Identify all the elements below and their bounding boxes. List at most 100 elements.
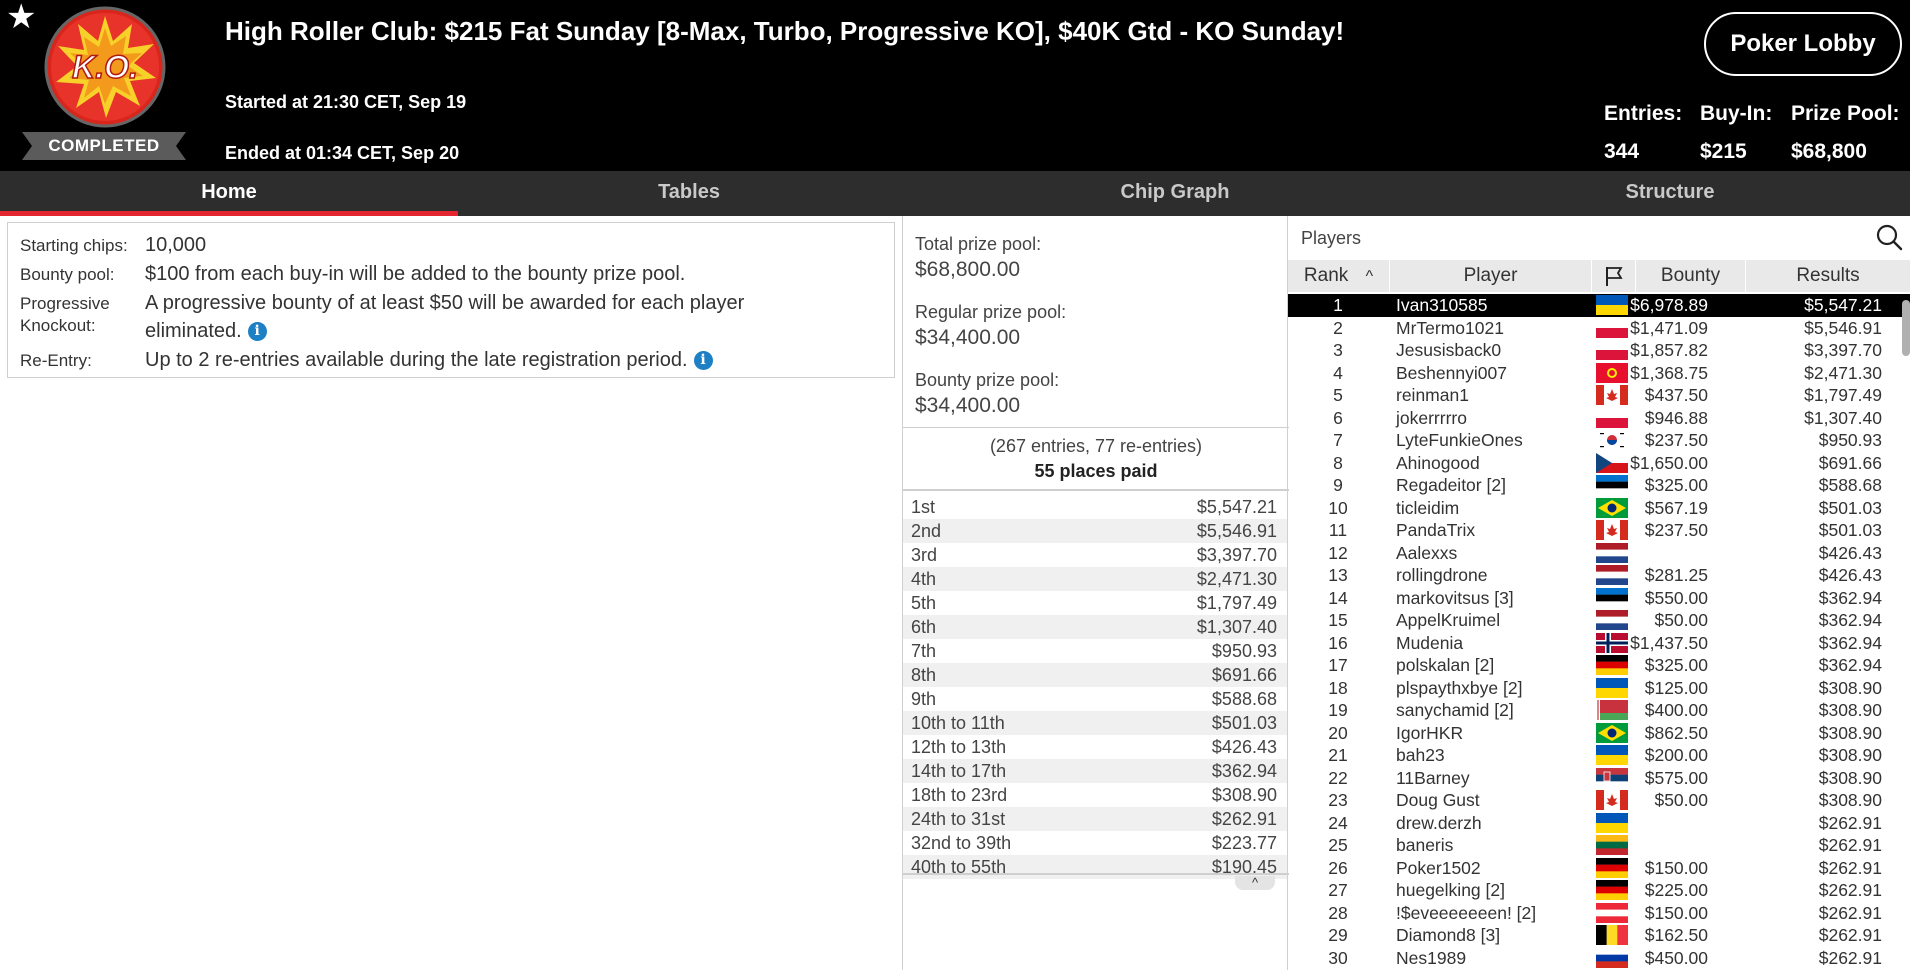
player-column-header[interactable]: Player (1390, 260, 1592, 292)
star-icon[interactable]: ★ (6, 0, 36, 34)
lithuania-flag-icon (1596, 835, 1628, 855)
results-column-header[interactable]: Results (1746, 260, 1910, 292)
tab-home[interactable]: Home (0, 171, 458, 216)
tab-structure[interactable]: Structure (1430, 171, 1910, 216)
player-rank: 12 (1328, 542, 1348, 563)
player-rank: 16 (1328, 632, 1348, 653)
buyin-label: Buy-In: (1700, 102, 1773, 125)
player-row[interactable]: 8 Ahinogood $1,650.00 $691.66 (1288, 452, 1910, 475)
divider (903, 489, 1289, 491)
player-row[interactable]: 30 Nes1989 $450.00 $262.91 (1288, 947, 1910, 970)
player-row[interactable]: 16 Mudenia $1,437.50 $362.94 (1288, 632, 1910, 655)
player-bounty: $325.00 (1644, 655, 1708, 675)
player-result: $262.91 (1818, 880, 1882, 900)
player-row[interactable]: 9 Regadeitor [2] $325.00 $588.68 (1288, 474, 1910, 497)
player-row[interactable]: 12 Aalexxs $426.43 (1288, 542, 1910, 565)
player-bounty: $946.88 (1644, 407, 1708, 428)
payout-place: 5th (911, 593, 937, 613)
player-name: LyteFunkieOnes (1396, 430, 1523, 450)
player-name: Aalexxs (1396, 542, 1458, 563)
prize-info-panel: Total prize pool: $68,800.00 Regular pri… (902, 216, 1289, 970)
player-result: $426.43 (1818, 565, 1882, 585)
tab-chip-graph[interactable]: Chip Graph (920, 171, 1430, 216)
player-row[interactable]: 22 11Barney $575.00 $308.90 (1288, 767, 1910, 790)
rank-column-header[interactable]: Rank ^ (1288, 260, 1390, 292)
player-name: reinman1 (1396, 385, 1469, 405)
player-rank: 3 (1333, 340, 1343, 360)
player-row[interactable]: 10 ticleidim $567.19 $501.03 (1288, 497, 1910, 520)
progressive-value: A progressive bounty of at least $50 wil… (145, 292, 745, 314)
status-text: COMPLETED (48, 136, 160, 155)
player-bounty: $1,368.75 (1630, 362, 1708, 383)
estonia-flag-icon (1596, 587, 1628, 608)
player-row[interactable]: 7 LyteFunkieOnes $237.50 $950.93 (1288, 429, 1910, 452)
prize-pool-value: $68,800 (1791, 140, 1867, 163)
player-rank: 9 (1333, 475, 1343, 495)
player-row[interactable]: 5 reinman1 $437.50 $1,797.49 (1288, 384, 1910, 407)
flag-column-header[interactable] (1592, 260, 1636, 292)
player-result: $950.93 (1818, 430, 1882, 450)
prize-pool-label: Prize Pool: (1791, 102, 1900, 125)
player-row[interactable]: 6 jokerrrrro $946.88 $1,307.40 (1288, 407, 1910, 430)
flag-icon (1605, 266, 1623, 286)
player-row[interactable]: 24 drew.derzh $262.91 (1288, 812, 1910, 835)
player-row[interactable]: 3 Jesusisback0 $1,857.82 $3,397.70 (1288, 339, 1910, 362)
player-rank: 25 (1328, 835, 1348, 855)
players-panel: Players Rank ^ Player Bounty Results 1 Iv… (1288, 216, 1910, 970)
player-row[interactable]: 1 Ivan310585 $6,978.89 $5,547.21 (1288, 294, 1910, 317)
info-icon[interactable]: i (693, 351, 713, 371)
player-rank: 19 (1328, 700, 1348, 720)
player-row[interactable]: 13 rollingdrone $281.25 $426.43 (1288, 564, 1910, 587)
players-search-input[interactable]: Players (1301, 228, 1361, 249)
player-row[interactable]: 23 Doug Gust $50.00 $308.90 (1288, 789, 1910, 812)
player-row[interactable]: 4 Beshennyi007 $1,368.75 $2,471.30 (1288, 362, 1910, 385)
player-name: polskalan [2] (1396, 655, 1495, 675)
player-row[interactable]: 25 baneris $262.91 (1288, 834, 1910, 857)
player-row[interactable]: 19 sanychamid [2] $400.00 $308.90 (1288, 699, 1910, 722)
player-rank: 28 (1328, 902, 1348, 923)
player-name: plspaythxbye [2] (1396, 677, 1523, 698)
search-icon[interactable] (1874, 222, 1904, 252)
reentry-label: Re-Entry: (20, 351, 92, 370)
payout-place: 6th (911, 617, 937, 637)
payout-place: 24th to 31st (911, 809, 1006, 829)
ukraine-flag-icon (1596, 745, 1628, 765)
netherlands-flag-icon (1596, 565, 1628, 585)
player-name: ticleidim (1396, 497, 1460, 518)
bounty-column-header[interactable]: Bounty (1636, 260, 1746, 292)
tab-tables[interactable]: Tables (458, 171, 920, 216)
player-row[interactable]: 21 bah23 $200.00 $308.90 (1288, 744, 1910, 767)
progressive-value-cont: eliminated. (145, 320, 242, 342)
poker-lobby-button[interactable]: Poker Lobby (1704, 12, 1902, 76)
player-row[interactable]: 11 PandaTrix $237.50 $501.03 (1288, 519, 1910, 542)
player-bounty: $150.00 (1644, 857, 1708, 878)
player-rank: 11 (1328, 520, 1348, 540)
player-row[interactable]: 28 !$eveeeeeeen! [2] $150.00 $262.91 (1288, 902, 1910, 925)
player-row[interactable]: 14 markovitsus [3] $550.00 $362.94 (1288, 587, 1910, 610)
payout-row: 5th $1,797.49 (903, 591, 1287, 615)
player-bounty: $50.00 (1654, 610, 1708, 630)
payout-row: 18th to 23rd $308.90 (903, 783, 1287, 807)
info-icon[interactable]: i (247, 322, 267, 342)
payout-amount: $1,797.49 (1196, 593, 1277, 613)
player-row[interactable]: 15 AppelKruimel $50.00 $362.94 (1288, 609, 1910, 632)
germany-flag-icon (1596, 880, 1628, 900)
netherlands-flag-icon (1596, 542, 1628, 563)
canada-flag-icon (1596, 385, 1628, 405)
player-row[interactable]: 17 polskalan [2] $325.00 $362.94 (1288, 654, 1910, 677)
player-rank: 7 (1333, 430, 1343, 450)
player-bounty: $50.00 (1654, 790, 1708, 810)
bounty-prize-pool-value: $34,400.00 (915, 394, 1021, 417)
player-name: Diamond8 [3] (1396, 925, 1501, 945)
player-row[interactable]: 18 plspaythxbye [2] $125.00 $308.90 (1288, 677, 1910, 700)
player-name: huegelking [2] (1396, 880, 1505, 900)
collapse-icon[interactable]: ^ (1235, 876, 1275, 890)
players-scrollbar[interactable] (1902, 300, 1910, 356)
player-row[interactable]: 2 MrTermo1021 $1,471.09 $5,546.91 (1288, 317, 1910, 340)
starting-chips-value: 10,000 (145, 234, 207, 256)
player-row[interactable]: 29 Diamond8 [3] $162.50 $262.91 (1288, 924, 1910, 947)
player-row[interactable]: 27 huegelking [2] $225.00 $262.91 (1288, 879, 1910, 902)
player-row[interactable]: 20 IgorHKR $862.50 $308.90 (1288, 722, 1910, 745)
player-bounty: $575.00 (1644, 767, 1708, 788)
player-row[interactable]: 26 Poker1502 $150.00 $262.91 (1288, 857, 1910, 880)
